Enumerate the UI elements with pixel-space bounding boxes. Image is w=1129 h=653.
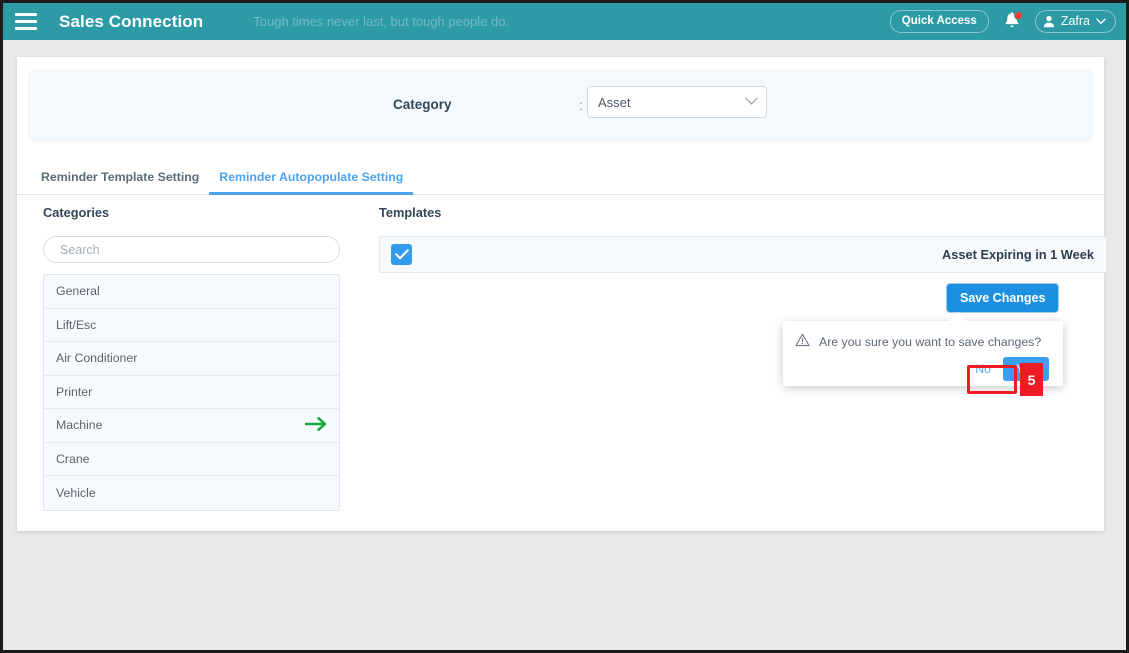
app-screen: Sales Connection Tough times never last,… (0, 0, 1129, 653)
save-changes-button[interactable]: Save Changes (947, 284, 1059, 312)
page-background: Category : Asset Reminder Template Setti… (3, 40, 1126, 650)
category-filter-panel: Category : Asset (29, 70, 1092, 140)
category-item-label: Machine (56, 418, 103, 433)
chevron-down-icon (1096, 18, 1106, 24)
list-item[interactable]: Vehicle (44, 476, 339, 510)
confirm-no-button[interactable]: No (971, 359, 995, 379)
tab-content-area: Categories General Lift/Esc Air Conditio… (17, 196, 1107, 531)
popover-arrow (948, 312, 968, 322)
user-name-label: Zafra (1060, 14, 1090, 28)
top-navigation-bar: Sales Connection Tough times never last,… (3, 3, 1126, 40)
list-item-selected[interactable]: Machine (44, 409, 339, 443)
hamburger-menu-icon[interactable] (15, 13, 37, 30)
tab-reminder-template-setting[interactable]: Reminder Template Setting (31, 170, 209, 195)
templates-title: Templates (379, 205, 442, 220)
category-item-label: Crane (56, 451, 90, 466)
category-item-label: Lift/Esc (56, 317, 97, 332)
user-avatar-icon (1043, 15, 1055, 27)
notification-badge-dot (1013, 10, 1023, 20)
confirm-message-text: Are you sure you want to save changes? (819, 334, 1042, 349)
confirm-message-row: Are you sure you want to save changes? (783, 321, 1063, 350)
annotation-step-badge: 5 (1020, 363, 1043, 396)
categories-title: Categories (43, 205, 110, 220)
user-menu-button[interactable]: Zafra (1034, 10, 1116, 33)
top-bar-actions: Quick Access Zafra (889, 10, 1116, 33)
category-item-label: Printer (56, 384, 93, 399)
list-item[interactable]: Crane (44, 442, 339, 476)
category-item-label: Vehicle (56, 485, 96, 500)
warning-triangle-icon (795, 333, 810, 350)
notification-bell-button[interactable] (1002, 10, 1023, 33)
app-brand-title: Sales Connection (59, 11, 204, 31)
categories-panel: Categories General Lift/Esc Air Conditio… (43, 205, 355, 511)
list-item[interactable]: Air Conditioner (44, 342, 339, 376)
category-select-value: Asset (598, 94, 631, 110)
chevron-down-icon (745, 91, 758, 105)
arrow-right-icon (304, 416, 327, 434)
template-name-label: Asset Expiring in 1 Week (942, 247, 1094, 262)
settings-tabs: Reminder Template Setting Reminder Autop… (17, 164, 1104, 195)
category-colon: : (579, 98, 583, 113)
table-row[interactable]: Asset Expiring in 1 Week (379, 236, 1107, 273)
category-label: Category (393, 97, 452, 112)
content-card: Category : Asset Reminder Template Setti… (17, 57, 1107, 531)
list-item[interactable]: General (44, 275, 339, 309)
header-tagline: Tough times never last, but tough people… (253, 14, 510, 29)
tab-reminder-autopopulate-setting[interactable]: Reminder Autopopulate Setting (209, 170, 414, 195)
category-select[interactable]: Asset (587, 86, 767, 118)
category-item-label: Air Conditioner (56, 351, 138, 366)
check-icon (394, 249, 409, 260)
quick-access-button[interactable]: Quick Access (889, 10, 989, 33)
templates-panel: Templates Asset Expiring in 1 Week Save … (379, 205, 1107, 386)
template-checkbox[interactable] (391, 244, 412, 265)
categories-search-input[interactable] (43, 236, 340, 263)
categories-list: General Lift/Esc Air Conditioner Printer (43, 274, 340, 511)
category-item-label: General (56, 284, 100, 299)
list-item[interactable]: Lift/Esc (44, 308, 339, 342)
list-item[interactable]: Printer (44, 375, 339, 409)
